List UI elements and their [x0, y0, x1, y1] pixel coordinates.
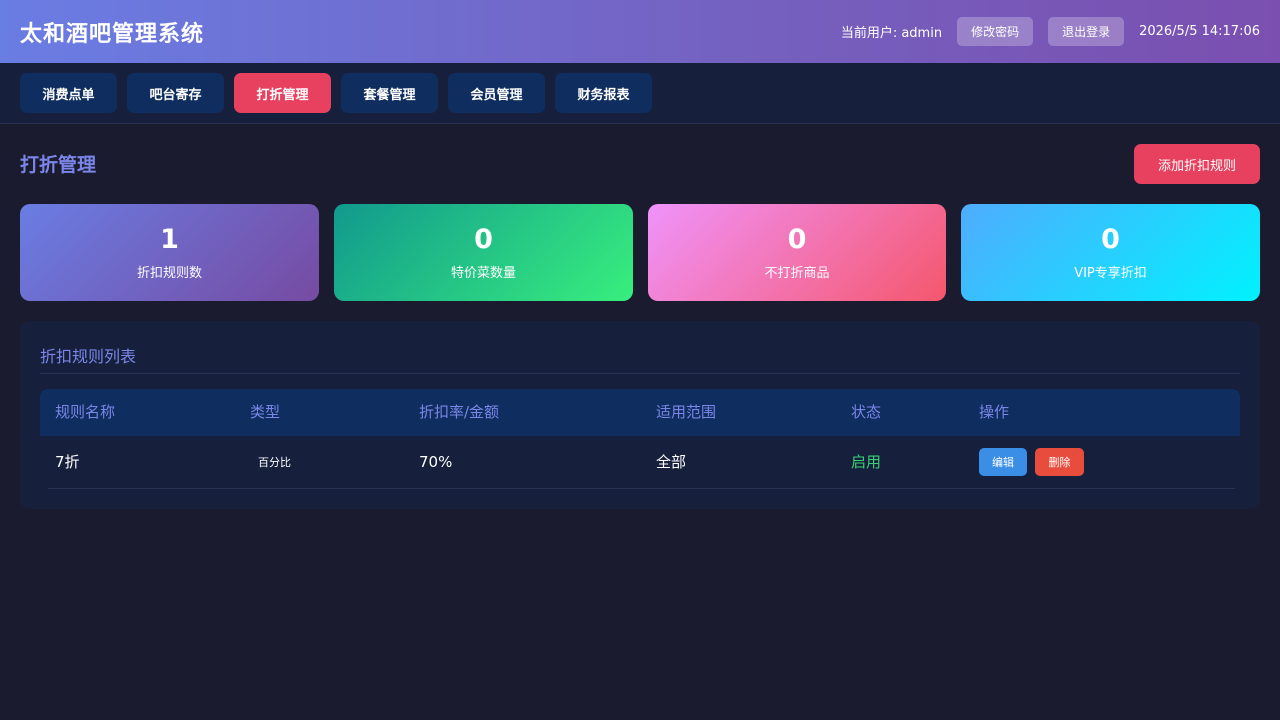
rule-scope: 全部	[656, 453, 687, 471]
rule-name: 7折	[55, 453, 80, 471]
row-divider	[48, 488, 1235, 489]
divider	[40, 373, 1240, 374]
stat-label: 不打折商品	[764, 266, 830, 281]
tab-discounts[interactable]: 打折管理	[234, 73, 331, 113]
table-row: 7折 百分比 70% 全部 启用 编辑 删除	[40, 436, 1240, 489]
panel-title: 折扣规则列表	[40, 347, 137, 366]
delete-rule-button[interactable]: 删除	[1035, 448, 1084, 476]
app-header: 太和酒吧管理系统 当前用户: admin 修改密码 退出登录 2026/5/5 …	[0, 0, 1280, 63]
stat-value: 0	[474, 224, 493, 255]
datetime-display: 2026/5/5 14:17:06	[1139, 24, 1260, 39]
current-user-label: 当前用户: admin	[840, 26, 943, 41]
page-title: 打折管理	[20, 154, 97, 176]
edit-rule-button[interactable]: 编辑	[979, 448, 1027, 476]
rule-rate: 70%	[419, 453, 453, 471]
tab-orders[interactable]: 消费点单	[20, 73, 117, 113]
column-header-type: 类型	[250, 403, 281, 421]
stat-value: 0	[787, 224, 807, 255]
stat-card-vip-discounts: 0 VIP专享折扣	[961, 204, 1260, 301]
stat-value: 0	[1101, 224, 1120, 255]
change-password-button[interactable]: 修改密码	[957, 17, 1034, 46]
rule-type: 百分比	[258, 456, 291, 469]
stat-card-special-dishes: 0 特价菜数量	[334, 204, 633, 301]
column-header-rate: 折扣率/金额	[419, 403, 500, 421]
stat-label: 特价菜数量	[450, 266, 516, 281]
header-user-area: 当前用户: admin 修改密码 退出登录 2026/5/5 14:17:06	[841, 17, 1260, 46]
column-header-status: 状态	[851, 403, 882, 421]
rule-status: 启用	[851, 453, 882, 471]
tab-bar-storage[interactable]: 吧台寄存	[127, 73, 224, 113]
logout-button[interactable]: 退出登录	[1048, 17, 1125, 46]
column-header-scope: 适用范围	[656, 403, 717, 421]
tab-members[interactable]: 会员管理	[448, 73, 545, 113]
stat-label: 折扣规则数	[136, 266, 202, 281]
main-nav: 消费点单 吧台寄存 打折管理 套餐管理 会员管理 财务报表	[0, 63, 1280, 124]
app-title: 太和酒吧管理系统	[20, 21, 205, 47]
tab-packages[interactable]: 套餐管理	[341, 73, 438, 113]
stat-label: VIP专享折扣	[1074, 266, 1147, 281]
stat-value: 1	[160, 224, 179, 255]
stat-card-rule-count: 1 折扣规则数	[20, 204, 319, 301]
column-header-actions: 操作	[979, 403, 1010, 421]
tab-finance-reports[interactable]: 财务报表	[555, 73, 652, 113]
discount-rules-panel: 折扣规则列表 规则名称 类型 折扣率/金额 适用范围 状态 操作 7折 百分比 …	[20, 321, 1260, 509]
column-header-name: 规则名称	[55, 403, 116, 421]
table-header: 规则名称 类型 折扣率/金额 适用范围 状态 操作	[40, 389, 1240, 436]
stat-card-no-discount-items: 0 不打折商品	[648, 204, 946, 301]
add-discount-rule-button[interactable]: 添加折扣规则	[1134, 144, 1260, 184]
